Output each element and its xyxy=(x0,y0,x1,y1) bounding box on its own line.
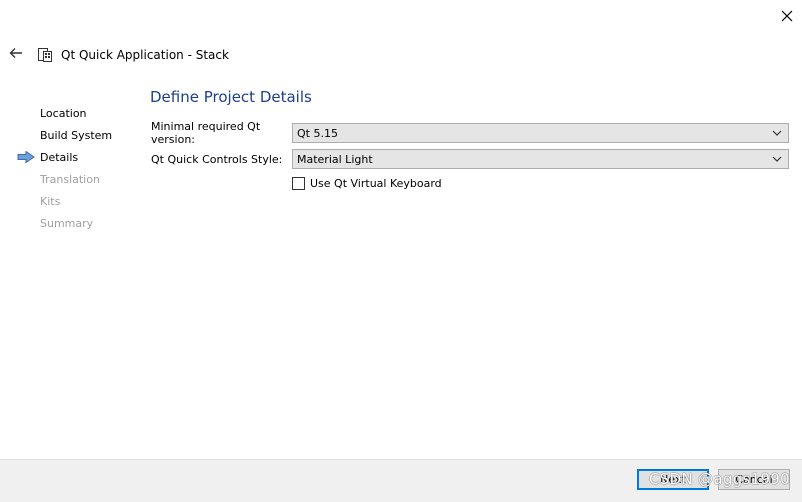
close-button[interactable] xyxy=(776,5,798,27)
controls-style-label: Qt Quick Controls Style: xyxy=(151,152,283,166)
back-arrow-icon xyxy=(9,48,22,58)
current-step-arrow-icon xyxy=(17,151,35,163)
qt-version-select[interactable]: Qt 5.15 xyxy=(292,123,789,143)
step-build-system: Build System xyxy=(0,124,140,146)
back-button[interactable] xyxy=(6,44,26,62)
page-title: Define Project Details xyxy=(150,88,312,106)
chevron-down-icon xyxy=(772,156,782,162)
qt-version-row: Minimal required Qt version: Qt 5.15 xyxy=(151,120,789,146)
controls-style-select[interactable]: Material Light xyxy=(292,149,789,169)
step-label: Summary xyxy=(40,216,94,230)
step-label: Kits xyxy=(40,194,61,208)
app-wizard-icon xyxy=(38,48,52,62)
qt-version-label: Minimal required Qt version: xyxy=(151,120,261,146)
chevron-down-icon xyxy=(772,130,782,136)
step-label: Location xyxy=(40,106,87,120)
virtual-keyboard-label: Use Qt Virtual Keyboard xyxy=(310,176,442,190)
qt-version-value: Qt 5.15 xyxy=(297,126,338,140)
virtual-keyboard-option[interactable]: Use Qt Virtual Keyboard xyxy=(292,175,442,191)
close-icon xyxy=(781,10,793,22)
watermark: CSDN @aggs1990 xyxy=(649,470,790,488)
wizard-title: Qt Quick Application - Stack xyxy=(37,45,229,65)
wizard-steps: Location Build System Details Translatio… xyxy=(0,102,140,234)
controls-style-row: Qt Quick Controls Style: Material Light xyxy=(151,149,789,169)
step-kits: Kits xyxy=(0,190,140,212)
wizard-title-text: Qt Quick Application - Stack xyxy=(61,48,229,62)
controls-style-value: Material Light xyxy=(297,152,373,166)
step-details: Details xyxy=(0,146,140,168)
step-label: Details xyxy=(40,150,79,164)
step-summary: Summary xyxy=(0,212,140,234)
step-translation: Translation xyxy=(0,168,140,190)
step-label: Translation xyxy=(40,172,100,186)
step-location: Location xyxy=(0,102,140,124)
step-label: Build System xyxy=(40,128,113,142)
virtual-keyboard-checkbox[interactable] xyxy=(292,176,305,190)
